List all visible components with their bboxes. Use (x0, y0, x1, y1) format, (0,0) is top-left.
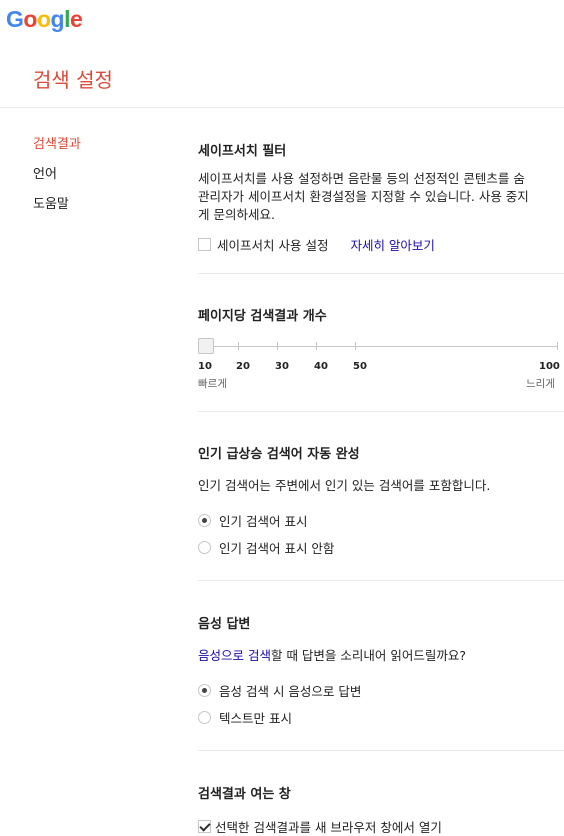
sidebar-nav: 검색결과 언어 도움말 (33, 136, 81, 226)
section-divider (198, 750, 564, 751)
safesearch-checkbox-row: 세이프서치 사용 설정 자세히 알아보기 (198, 235, 435, 254)
page-title: 검색 설정 (33, 68, 113, 92)
logo-letter: g (50, 6, 65, 32)
safesearch-desc-line1: 세이프서치를 사용 설정하면 음란물 등의 선정적인 콘텐츠를 숨 (198, 171, 525, 186)
results-window-title: 검색결과 여는 창 (198, 787, 291, 802)
header-divider (0, 107, 564, 108)
tick-label-50: 50 (353, 361, 367, 372)
voice-search-link[interactable]: 음성으로 검색 (198, 648, 271, 663)
radio-button[interactable] (198, 541, 211, 554)
results-per-page-title: 페이지당 검색결과 개수 (198, 309, 327, 324)
tick-label-10: 10 (198, 361, 212, 372)
nav-item-search-results[interactable]: 검색결과 (33, 136, 81, 166)
safesearch-desc-line2: 관리자가 세이프서치 환경설정을 지정할 수 있습니다. 사용 중지 (198, 189, 529, 204)
tick-label-20: 20 (236, 361, 250, 372)
section-divider (198, 580, 564, 581)
trending-option-hide[interactable]: 인기 검색어 표시 안함 (198, 538, 334, 557)
voice-desc-text: 할 때 답변을 소리내어 읽어드릴까요? (270, 648, 467, 663)
voice-option-text-only[interactable]: 텍스트만 표시 (198, 708, 292, 727)
radio-button[interactable] (198, 684, 211, 697)
trending-desc: 인기 검색어는 주변에서 인기 있는 검색어를 포함합니다. (198, 478, 491, 493)
radio-label[interactable]: 인기 검색어 표시 (219, 511, 307, 530)
safesearch-checkbox-label[interactable]: 세이프서치 사용 설정 (217, 235, 328, 254)
learn-more-link[interactable]: 자세히 알아보기 (350, 235, 434, 254)
voice-desc: 음성으로 검색할 때 답변을 소리내어 읽어드릴까요? (198, 647, 466, 665)
nav-item-language[interactable]: 언어 (33, 166, 81, 196)
google-logo[interactable]: Google (6, 6, 83, 33)
logo-letter: G (6, 6, 24, 32)
section-divider (198, 273, 564, 274)
radio-label[interactable]: 텍스트만 표시 (219, 708, 292, 727)
new-window-checkbox-label[interactable]: 선택한 검색결과를 새 브라우저 창에서 열기 (215, 817, 442, 836)
results-slider-thumb[interactable] (198, 338, 214, 354)
section-divider (198, 411, 564, 412)
trending-option-show[interactable]: 인기 검색어 표시 (198, 511, 307, 530)
slider-tick (238, 342, 239, 350)
radio-button[interactable] (198, 711, 211, 724)
slider-tick (557, 342, 558, 350)
slider-tick (355, 342, 356, 350)
safesearch-title: 세이프서치 필터 (198, 144, 287, 159)
slider-tick (277, 342, 278, 350)
new-window-checkbox[interactable] (198, 820, 211, 833)
nav-item-help[interactable]: 도움말 (33, 196, 81, 226)
tick-label-100: 100 (539, 361, 560, 372)
fast-label: 빠르게 (198, 378, 227, 390)
slow-label: 느리게 (526, 378, 555, 390)
voice-option-speak[interactable]: 음성 검색 시 음성으로 답변 (198, 681, 361, 700)
safesearch-checkbox[interactable] (198, 238, 211, 251)
radio-button[interactable] (198, 514, 211, 527)
tick-label-30: 30 (275, 361, 289, 372)
voice-title: 음성 답변 (198, 617, 251, 632)
results-window-checkbox-row: 선택한 검색결과를 새 브라우저 창에서 열기 (198, 817, 442, 836)
tick-label-40: 40 (314, 361, 328, 372)
slider-tick (316, 342, 317, 350)
logo-letter: o (36, 6, 51, 32)
logo-letter: e (69, 6, 83, 32)
logo-letter: o (23, 6, 37, 32)
radio-label[interactable]: 인기 검색어 표시 안함 (219, 538, 334, 557)
results-slider-track[interactable] (198, 346, 558, 347)
trending-title: 인기 급상승 검색어 자동 완성 (198, 447, 360, 462)
safesearch-desc-line3: 게 문의하세요. (198, 207, 275, 222)
radio-label[interactable]: 음성 검색 시 음성으로 답변 (219, 681, 361, 700)
